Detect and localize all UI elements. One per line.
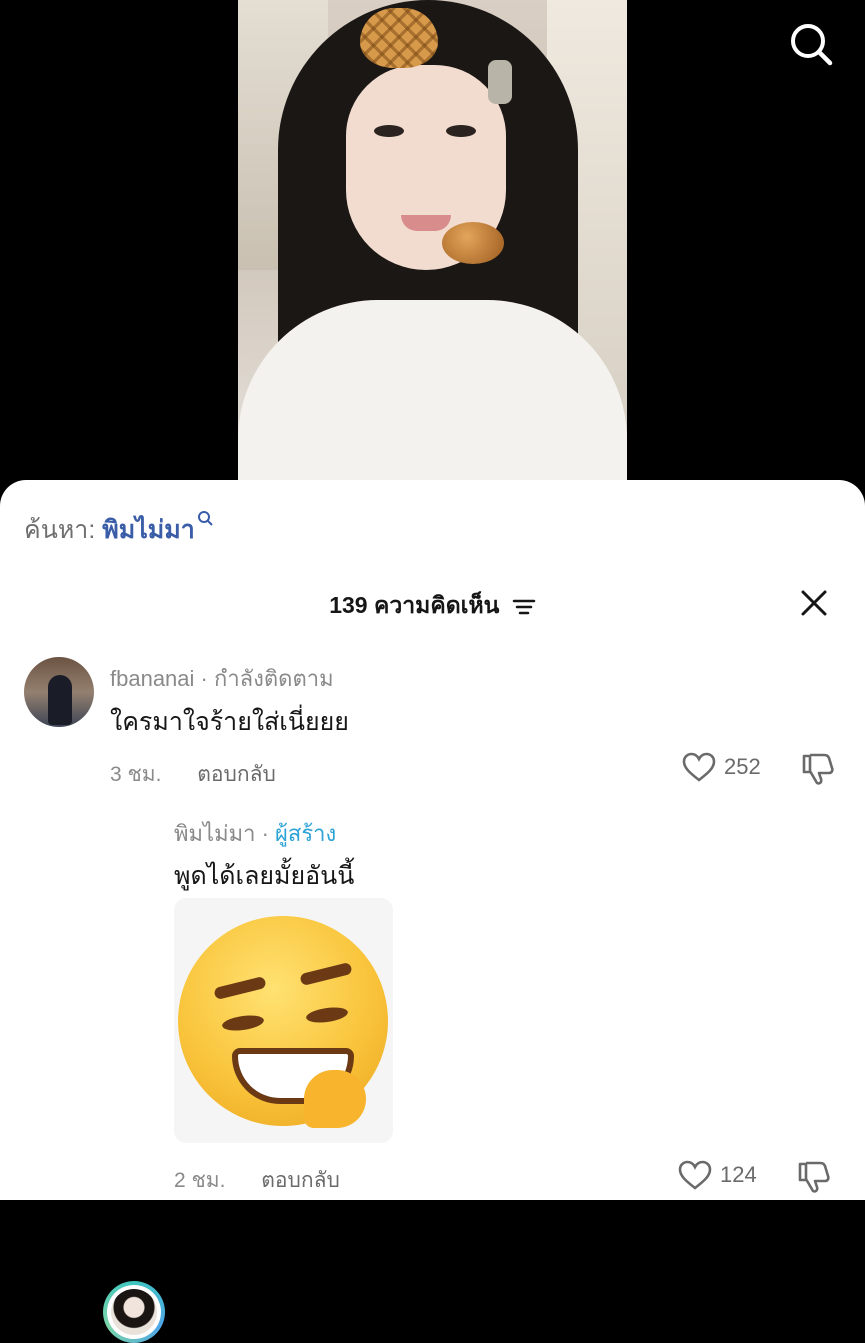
separator-dot: · — [261, 821, 269, 846]
emoji-right-eye — [305, 1005, 349, 1025]
heart-icon — [678, 1160, 712, 1190]
emoji-left-eye — [221, 1013, 265, 1033]
comment-username[interactable]: fbananai — [110, 666, 194, 691]
avatar[interactable] — [24, 657, 94, 727]
right-eye — [446, 125, 476, 137]
thumbs-down-icon[interactable] — [800, 752, 836, 786]
avatar-figure — [48, 675, 72, 725]
like-button[interactable]: 124 — [678, 1160, 757, 1190]
like-button[interactable]: 252 — [682, 752, 761, 782]
avatar-photo — [111, 1289, 157, 1335]
bread-sticker — [442, 222, 504, 264]
reply-time: 2 ชม. — [174, 1169, 226, 1192]
filter-icon[interactable] — [512, 597, 536, 617]
emoji-right-brow — [299, 961, 353, 987]
close-icon[interactable] — [799, 588, 829, 618]
comment-count-label: ความคิดเห็น — [373, 592, 500, 618]
reply-username[interactable]: พิมไม่มา — [174, 821, 255, 846]
creator-badge: ผู้สร้าง — [275, 821, 337, 846]
thumbs-down-icon[interactable] — [796, 1160, 832, 1194]
emoji-hand — [304, 1070, 366, 1128]
creator-avatar[interactable] — [103, 1281, 165, 1343]
left-eye — [374, 125, 404, 137]
mouth — [401, 215, 451, 231]
reply-meta: 2 ชม. ตอบกลับ — [174, 1164, 340, 1197]
hair-clip — [488, 60, 512, 104]
separator-dot: · — [200, 666, 208, 691]
emoji-left-brow — [213, 975, 267, 1001]
comment-author-line: fbananai · กำลังติดตาม — [110, 661, 334, 696]
waffle-sticker — [360, 8, 438, 68]
search-prefix: ค้นหา: — [24, 516, 96, 544]
reply-author-line: พิมไม่มา · ผู้สร้าง — [174, 816, 336, 851]
smirking-face-sticker[interactable] — [174, 898, 393, 1143]
comments-sheet: ค้นหา: พิมไม่มา 139 ความคิดเห็น fbananai… — [0, 480, 865, 1343]
comment-time: 3 ชม. — [110, 763, 162, 786]
video-frame[interactable] — [238, 0, 627, 480]
search-suggestion[interactable]: ค้นหา: พิมไม่มา — [24, 510, 213, 550]
comment-count: 139 — [329, 592, 368, 618]
heart-icon — [682, 752, 716, 782]
comments-header: 139 ความคิดเห็น — [0, 588, 865, 624]
like-count: 124 — [720, 1162, 757, 1187]
reply-button[interactable]: ตอบกลับ — [197, 763, 276, 786]
video-player[interactable] — [0, 0, 865, 505]
search-icon[interactable] — [789, 22, 833, 66]
reply-button[interactable]: ตอบกลับ — [261, 1169, 340, 1192]
search-small-icon — [197, 511, 213, 526]
reply-text: พูดได้เลยมั้ยอันนี้ — [174, 862, 355, 890]
following-status: กำลังติดตาม — [214, 666, 334, 691]
search-term[interactable]: พิมไม่มา — [102, 516, 195, 544]
like-count: 252 — [724, 754, 761, 779]
comment-text: ใครมาใจร้ายใส่เนี่ยยย — [110, 708, 349, 736]
person-shirt — [238, 300, 627, 480]
comment-meta: 3 ชม. ตอบกลับ — [110, 758, 276, 791]
